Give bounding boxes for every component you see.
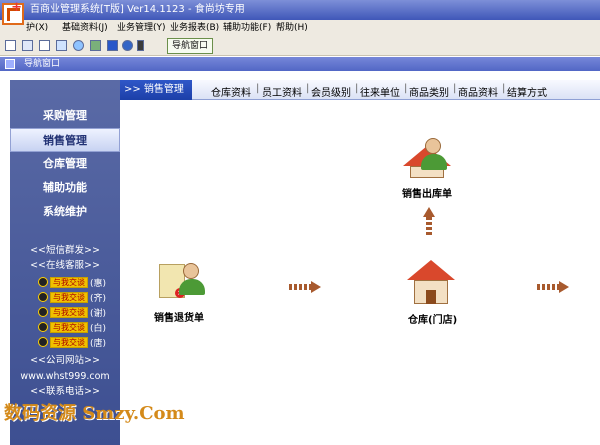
sales-return-label[interactable]: 销售退货单 xyxy=(154,309,204,324)
separator: | xyxy=(453,83,457,94)
qq-badge: 与我交谈 xyxy=(50,322,88,333)
qq-penguin-icon xyxy=(38,277,48,287)
exit-icon[interactable] xyxy=(137,40,144,51)
sales-out-icon[interactable] xyxy=(403,138,451,178)
agent-name: (白) xyxy=(90,324,107,334)
window-title: 百商业管理系统[T版] Ver14.1123 - 食尚坊专用 xyxy=(30,4,245,15)
online-service-label: <<在线客服>> xyxy=(30,260,100,271)
menu-maintain[interactable]: 护(X) xyxy=(26,20,48,36)
link-member-level[interactable]: 会员级别 xyxy=(311,84,351,99)
sales-return-icon[interactable]: × xyxy=(157,260,207,302)
qq-penguin-icon xyxy=(38,337,48,347)
agent-name: (唐) xyxy=(90,339,107,349)
sidebar-item-system[interactable]: 系统维护 xyxy=(10,200,120,224)
link-product-data[interactable]: 商品资料 xyxy=(458,84,498,99)
qq-badge: 与我交谈 xyxy=(50,277,88,288)
menu-aux[interactable]: 辅助功能(F) xyxy=(223,20,271,36)
nav-window-title: 导航窗口 xyxy=(24,59,61,69)
menu-basic-data[interactable]: 基础资料(J) xyxy=(62,20,108,36)
qq-badge: 与我交谈 xyxy=(50,337,88,348)
sales-flow-canvas: 销售出库单 × 销售退货单 仓库(门店) xyxy=(120,101,600,445)
menu-help[interactable]: 帮助(H) xyxy=(276,20,308,36)
app-logo-icon xyxy=(2,0,24,25)
refresh-icon[interactable] xyxy=(73,40,84,51)
qq-penguin-icon xyxy=(38,307,48,317)
link-settlement[interactable]: 结算方式 xyxy=(507,84,547,99)
link-partner[interactable]: 往来单位 xyxy=(360,84,400,99)
link-staff-data[interactable]: 员工资料 xyxy=(262,84,302,99)
agent-name: (谢) xyxy=(90,309,107,319)
flow-arrow-right-icon xyxy=(289,281,323,293)
content-header: >> 销售管理 仓库资料 | 员工资料 | 会员级别 | 往来单位 | 商品类别… xyxy=(120,80,600,100)
separator: | xyxy=(306,83,310,94)
qq-badge: 与我交谈 xyxy=(50,292,88,303)
sms-link[interactable]: <<短信群发>> xyxy=(10,244,120,258)
link-warehouse-data[interactable]: 仓库资料 xyxy=(211,84,251,99)
breadcrumb: >> 销售管理 xyxy=(120,80,192,100)
agent-name: (齐) xyxy=(90,294,107,304)
help-icon[interactable] xyxy=(122,40,133,51)
website-label: <<公司网站>> xyxy=(30,355,100,366)
sidebar: 采购管理 销售管理 仓库管理 辅助功能 系统维护 <<短信群发>> <<在线客服… xyxy=(10,80,120,445)
link-product-category[interactable]: 商品类别 xyxy=(409,84,449,99)
warehouse-icon[interactable] xyxy=(407,260,455,306)
phone-label: <<联系电话>> xyxy=(30,386,100,397)
warehouse-label[interactable]: 仓库(门店) xyxy=(408,311,457,326)
title-bar: 百商业管理系统[T版] Ver14.1123 - 食尚坊专用 xyxy=(0,0,600,20)
website-link[interactable]: www.whst999.com xyxy=(10,370,120,384)
menu-business[interactable]: 业务管理(Y) xyxy=(117,20,166,36)
separator: | xyxy=(355,83,359,94)
sidebar-item-purchase[interactable]: 采购管理 xyxy=(10,104,120,128)
window-icon[interactable] xyxy=(22,40,33,51)
nav-window-titlebar: 导航窗口 xyxy=(0,57,600,71)
sidebar-item-aux[interactable]: 辅助功能 xyxy=(10,176,120,200)
qq-penguin-icon xyxy=(38,292,48,302)
save-icon[interactable] xyxy=(107,40,118,51)
list-icon[interactable] xyxy=(39,40,50,51)
nav-window-button[interactable]: 导航窗口 xyxy=(167,38,214,54)
window-icon xyxy=(5,59,15,69)
menu-reports[interactable]: 业务报表(B) xyxy=(170,20,219,36)
new-icon[interactable] xyxy=(5,40,16,51)
menu-bar: 护(X) 基础资料(J) 业务管理(Y) 业务报表(B) 辅助功能(F) 帮助(… xyxy=(0,20,600,36)
tools-icon[interactable] xyxy=(90,40,101,51)
flow-arrow-right-icon xyxy=(537,281,571,293)
sales-out-label[interactable]: 销售出库单 xyxy=(402,185,452,200)
separator: | xyxy=(404,83,408,94)
separator: | xyxy=(256,83,260,94)
separator: | xyxy=(502,83,506,94)
qq-badge: 与我交谈 xyxy=(50,307,88,318)
qq-penguin-icon xyxy=(38,322,48,332)
agent-name: (惠) xyxy=(90,279,107,289)
search-icon[interactable] xyxy=(56,40,67,51)
toolbar: 导航窗口 xyxy=(0,36,600,56)
watermark: 数码资源 Smzy.Com xyxy=(4,403,185,424)
sidebar-item-warehouse[interactable]: 仓库管理 xyxy=(10,152,120,176)
sidebar-item-sales[interactable]: 销售管理 xyxy=(10,128,120,152)
flow-arrow-up-icon xyxy=(423,207,435,239)
